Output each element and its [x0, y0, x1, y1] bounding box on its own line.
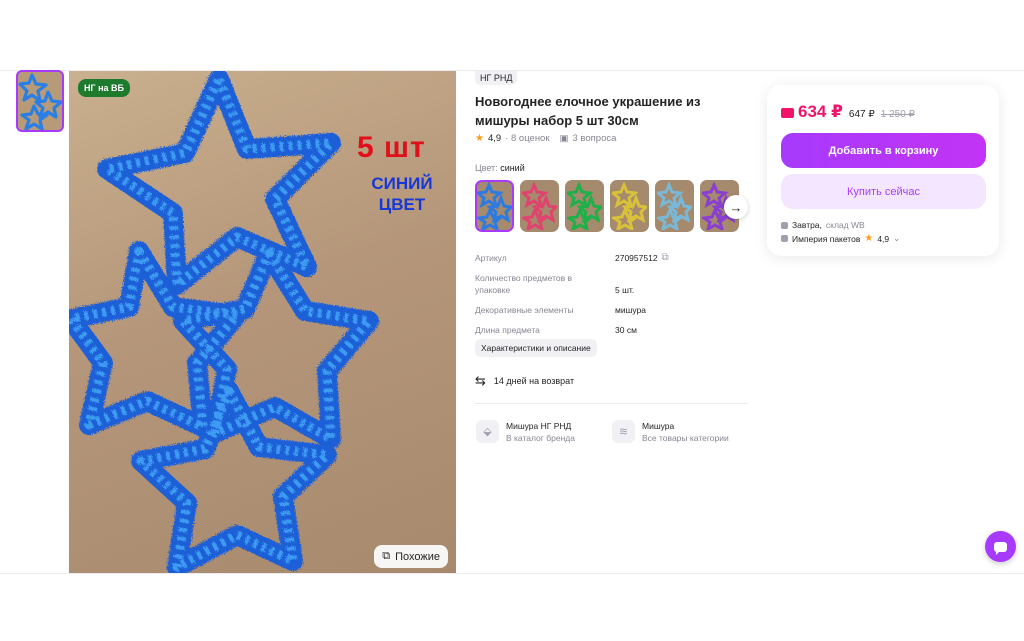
seller-name: Империя пакетов [792, 233, 861, 244]
buy-now-button[interactable]: Купить сейчас [781, 174, 986, 209]
brand-link-title: Мишура НГ РНД [506, 421, 572, 431]
product-title: Новогоднее елочное украшение из мишуры н… [475, 94, 701, 128]
footer-divider [0, 573, 1024, 574]
similar-button[interactable]: ⧉ Похожие [374, 545, 448, 568]
variants-next-button[interactable]: → [724, 195, 748, 219]
brand-catalog-link[interactable]: ⬙ Мишура НГ РНД В каталог бренда [476, 420, 575, 444]
price-value: 634 ₽ [798, 102, 843, 121]
spec-name: Декоративные элементы [475, 305, 574, 315]
wallet-icon [781, 108, 794, 118]
category-link-title: Мишура [642, 421, 675, 431]
variant-thumb[interactable] [520, 180, 559, 232]
rating-value: 4,9 [487, 133, 502, 144]
variant-thumb[interactable] [610, 180, 649, 232]
category-link[interactable]: ≋ Мишура Все товары категории [612, 420, 729, 444]
ng-badge: НГ на ВБ [78, 79, 131, 97]
questions-icon: ▣ [559, 133, 569, 144]
color-label-text: Цвет: [475, 163, 498, 173]
color-label: Цвет: синий [475, 163, 525, 173]
spec-row: Декоративные элементы мишура [475, 304, 745, 316]
overlay-color-line1: СИНИЙ [371, 174, 433, 193]
chat-button[interactable] [985, 531, 1016, 562]
brand-tag[interactable]: НГ РНД [475, 71, 518, 85]
color-variants [475, 180, 739, 232]
overlay-color-text: СИНИЙ ЦВЕТ [365, 173, 439, 215]
spec-row: Длина предмета 30 см [475, 324, 745, 336]
return-policy[interactable]: ⇆ 14 дней на возврат [475, 373, 574, 389]
similar-label: Похожие [395, 550, 440, 563]
variant-thumb[interactable] [475, 180, 514, 232]
arrow-right-icon: → [729, 199, 743, 215]
chevron-down-icon: ⌄ [893, 233, 901, 243]
chat-icon [994, 541, 1007, 555]
price-old: 1 250 ₽ [880, 109, 915, 120]
delivery-day: Завтра, [792, 220, 822, 230]
tag-icon: ⬙ [476, 420, 499, 443]
add-to-cart-button[interactable]: Добавить в корзину [781, 133, 986, 168]
shop-icon [781, 235, 788, 242]
layers-icon: ≋ [612, 420, 635, 443]
spec-row: Количество предметов в упаковке 5 шт. [475, 272, 745, 296]
questions-count[interactable]: 3 вопроса [573, 133, 617, 144]
copy-icon[interactable]: ⧉ [662, 252, 669, 264]
spec-name: Длина предмета [475, 325, 540, 335]
return-text: 14 дней на возврат [493, 376, 575, 386]
spec-value: 30 см [615, 325, 637, 335]
category-link-subtitle: Все товары категории [642, 433, 729, 443]
rating-row[interactable]: ★ 4,9 · 8 оценок ▣ 3 вопроса [475, 133, 616, 144]
spec-name: Артикул [475, 253, 507, 263]
specs-list: Артикул 270957512 ⧉ Количество предметов… [475, 252, 745, 344]
price-card: 634 ₽ 647 ₽ 1 250 ₽ Добавить в корзину К… [767, 85, 999, 256]
price-without-wallet: 647 ₽ [848, 109, 875, 120]
star-icon: ★ [475, 133, 484, 144]
seller-info[interactable]: Империя пакетов ★ 4,9 ⌄ [781, 233, 900, 244]
variant-thumb[interactable] [655, 180, 694, 232]
reviews-count[interactable]: · 8 оценок [505, 133, 549, 144]
color-value: синий [500, 163, 525, 173]
delivery-info: Завтра, склад WB [781, 220, 865, 230]
overlay-color-line2: ЦВЕТ [378, 195, 426, 214]
gallery-thumbnail[interactable] [16, 70, 64, 132]
similar-icon: ⧉ [382, 550, 391, 562]
seller-rating: 4,9 [877, 233, 890, 244]
spec-value: 5 шт. [615, 285, 635, 295]
brand-link-subtitle: В каталог бренда [506, 433, 575, 443]
spec-row: Артикул 270957512 ⧉ [475, 252, 745, 264]
price-row: 634 ₽ 647 ₽ 1 250 ₽ [781, 102, 915, 122]
overlay-count-text: 5 шт [357, 131, 426, 164]
spec-value: 270957512 ⧉ [615, 252, 669, 264]
spec-name: Количество предметов в упаковке [475, 273, 573, 295]
characteristics-button[interactable]: Характеристики и описание [475, 339, 597, 357]
divider [475, 403, 748, 404]
product-main-image[interactable]: НГ на ВБ 5 шт СИНИЙ ЦВЕТ ⧉ Похожие [69, 71, 456, 574]
delivery-warehouse: склад WB [825, 220, 865, 230]
star-icon: ★ [864, 233, 874, 244]
return-icon: ⇆ [475, 373, 486, 388]
spec-value: мишура [615, 305, 647, 315]
warehouse-icon [781, 221, 788, 229]
article-number: 270957512 [615, 253, 658, 263]
variant-thumb[interactable] [565, 180, 604, 232]
price-main: 634 ₽ [781, 102, 843, 122]
